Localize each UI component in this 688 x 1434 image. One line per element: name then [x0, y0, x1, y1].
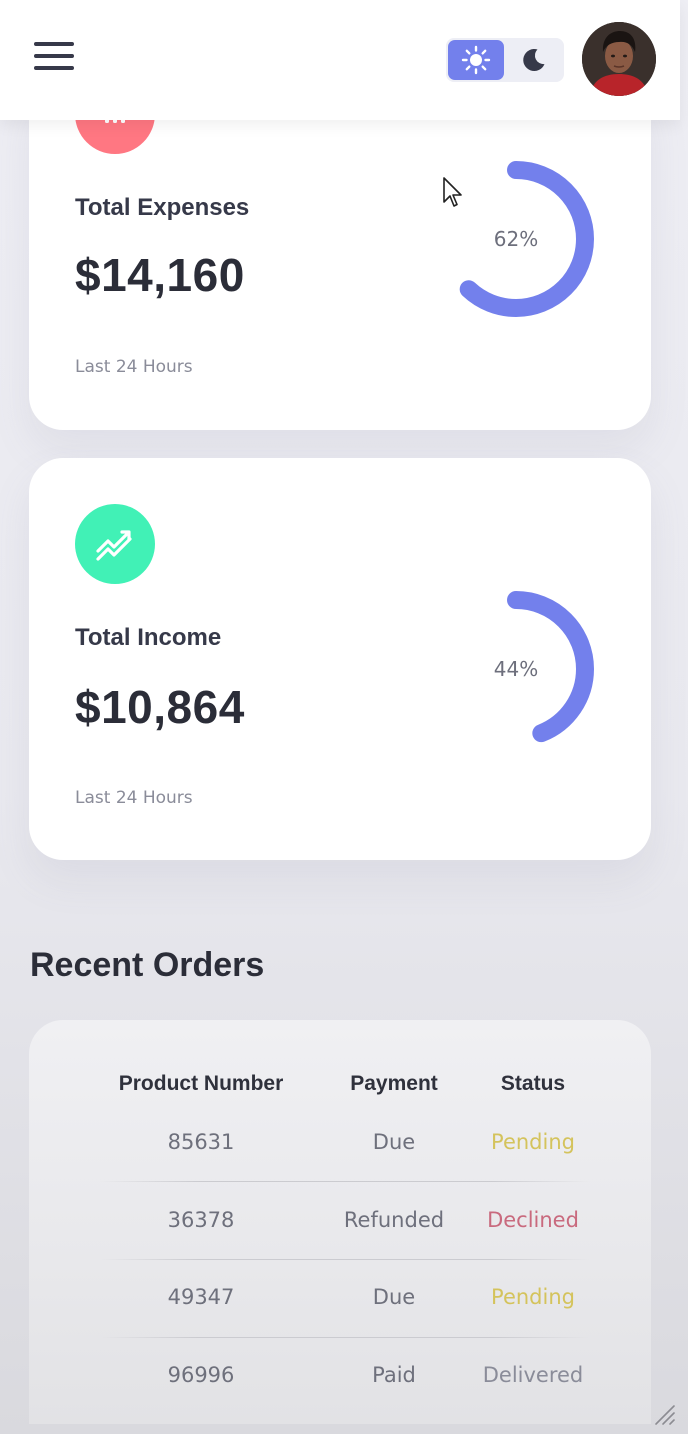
expenses-card: Total Expenses $14,160 Last 24 Hours 62%: [29, 74, 651, 430]
payment-cell: Due: [372, 1285, 416, 1309]
mouse-cursor-icon: [443, 177, 462, 207]
status-cell: Pending: [491, 1285, 575, 1309]
status-cell: Delivered: [482, 1363, 584, 1387]
dark-mode-button[interactable]: [506, 40, 562, 80]
row-divider: [100, 1337, 590, 1338]
profile-photo: [582, 22, 656, 96]
product-number-cell: 96996: [167, 1363, 235, 1387]
moon-icon: [523, 49, 545, 72]
card-title: Total Income: [75, 624, 222, 651]
row-divider: [100, 1259, 590, 1260]
payment-cell: Refunded: [343, 1208, 445, 1232]
sun-icon: [461, 45, 491, 75]
trending-up-icon: [75, 504, 155, 584]
hamburger-menu-icon[interactable]: [34, 40, 76, 72]
card-amount: $10,864: [75, 681, 245, 733]
column-header-payment: Payment: [350, 1072, 438, 1095]
section-title: Recent Orders: [30, 946, 265, 984]
card-amount: $14,160: [75, 249, 245, 301]
card-period: Last 24 Hours: [75, 357, 193, 377]
top-bar: [0, 0, 680, 120]
status-cell: Pending: [491, 1130, 575, 1154]
progress-percent: 44%: [493, 657, 539, 681]
progress-ring: 44%: [431, 584, 601, 754]
payment-cell: Paid: [372, 1363, 416, 1387]
column-header-status: Status: [500, 1072, 566, 1095]
product-number-cell: 36378: [167, 1208, 235, 1232]
status-cell: Declined: [487, 1208, 579, 1232]
theme-toggle[interactable]: [446, 38, 564, 82]
card-period: Last 24 Hours: [75, 788, 193, 808]
light-mode-button[interactable]: [448, 40, 504, 80]
payment-cell: Due: [372, 1130, 416, 1154]
column-header-product: Product Number: [118, 1072, 284, 1095]
product-number-cell: 49347: [167, 1285, 235, 1309]
row-divider: [100, 1181, 590, 1182]
profile-avatar[interactable]: [582, 22, 656, 96]
product-number-cell: 85631: [167, 1130, 235, 1154]
income-card: Total Income $10,864 Last 24 Hours 44%: [29, 458, 651, 860]
resize-grip-icon[interactable]: [650, 1400, 676, 1426]
card-title: Total Expenses: [75, 194, 250, 221]
